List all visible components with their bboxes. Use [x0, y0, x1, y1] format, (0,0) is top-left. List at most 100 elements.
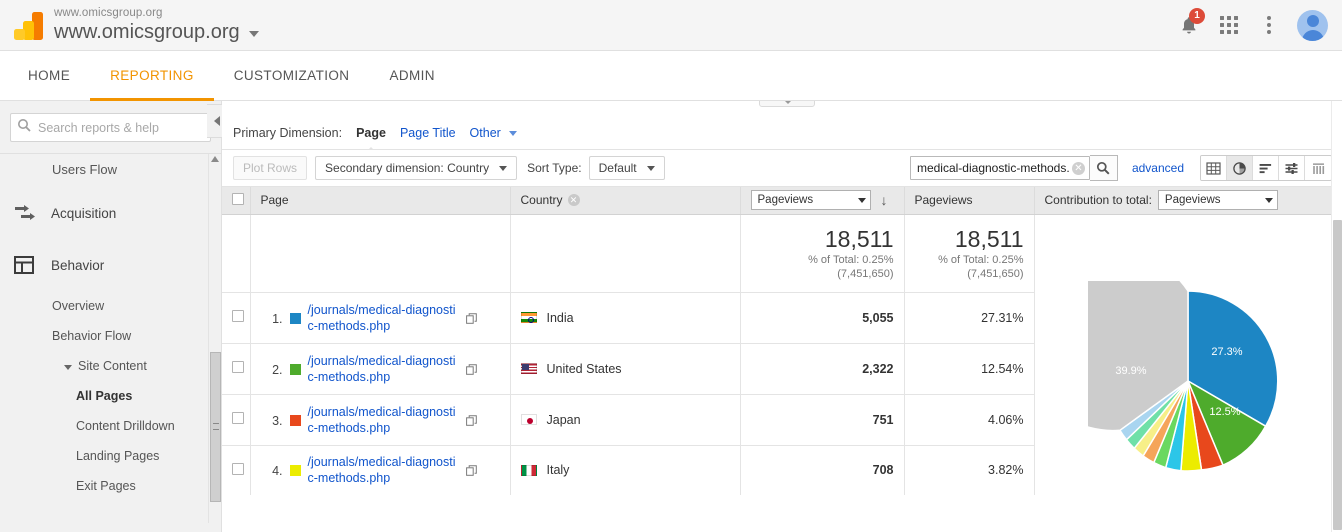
sidebar-item-behavior-label: Behavior — [51, 257, 105, 273]
row-page-link[interactable]: /journals/medical-diagnostic-methods.php — [308, 404, 460, 436]
notifications-button[interactable]: 1 — [1169, 5, 1209, 45]
select-all-checkbox[interactable] — [232, 192, 244, 205]
sidebar-scrollbar[interactable] — [208, 154, 221, 523]
comparison-view-icon[interactable] — [1279, 156, 1305, 180]
row-color-swatch — [289, 465, 301, 477]
primary-dimension-page[interactable]: Page — [356, 126, 386, 153]
header-country-label[interactable]: Country — [521, 193, 563, 207]
pie-chart-view-icon[interactable] — [1227, 156, 1253, 180]
row-checkbox[interactable] — [232, 310, 244, 323]
search-reports-input[interactable] — [36, 119, 204, 136]
sidebar-item-content-drilldown[interactable]: Content Drilldown — [0, 411, 221, 441]
header-contribution: Contribution to total: Pageviews — [1034, 187, 1342, 215]
sidebar-item-landing-pages[interactable]: Landing Pages — [0, 441, 221, 471]
sidebar-item-users-flow[interactable]: Users Flow — [0, 154, 221, 187]
header-metric2[interactable]: Pageviews — [904, 187, 1035, 215]
pivot-view-icon[interactable] — [1305, 156, 1331, 180]
sidebar-item-site-content[interactable]: Site Content — [0, 351, 221, 381]
report-table: Page Country ✕ Pageviews ↓ Pageviews Con… — [222, 187, 1342, 495]
row-color-swatch — [289, 414, 301, 426]
chart-collapse-handle[interactable] — [759, 101, 815, 107]
sidebar-item-exit-pages[interactable]: Exit Pages — [0, 471, 221, 501]
header-country-flex: Country ✕ — [521, 193, 730, 207]
row-page-link[interactable]: /journals/medical-diagnostic-methods.php — [308, 302, 460, 334]
sidebar-item-behavior[interactable]: Behavior — [0, 239, 221, 291]
row-contribution: 27.31% — [904, 292, 1035, 344]
row-page-link[interactable]: /journals/medical-diagnostic-methods.php — [308, 353, 460, 385]
row-country-cell: Japan — [510, 394, 741, 446]
row-country-cell: United States — [510, 343, 741, 395]
sort-descending-icon[interactable]: ↓ — [881, 192, 888, 208]
table-search-input[interactable]: medical-diagnostic-methods.p ✕ — [909, 156, 1090, 180]
account-domain-small: www.omicsgroup.org — [54, 6, 163, 19]
nav-tab-reporting[interactable]: REPORTING — [90, 51, 214, 101]
nav-tab-customization[interactable]: CUSTOMIZATION — [214, 51, 370, 100]
open-in-new-window-icon[interactable] — [465, 414, 477, 429]
notification-badge: 1 — [1189, 8, 1205, 24]
row-page-cell: 3. /journals/medical-diagnostic-methods.… — [250, 394, 511, 446]
table-view-icon[interactable] — [1201, 156, 1227, 180]
open-in-new-window-icon[interactable] — [465, 465, 477, 479]
table-search-button[interactable] — [1089, 155, 1118, 181]
chevron-down-icon — [857, 197, 866, 203]
totals-metric1-value: 18,511 — [824, 225, 894, 252]
header-page[interactable]: Page — [250, 187, 511, 215]
page-scrollbar[interactable] — [1331, 101, 1342, 532]
pie-chart-svg: 27.3% 12.5% 39.9% — [1087, 280, 1279, 472]
avatar[interactable] — [1297, 9, 1328, 41]
clear-x-icon[interactable]: ✕ — [1071, 161, 1085, 175]
nav-tab-admin[interactable]: ADMIN — [369, 51, 455, 100]
row-checkbox[interactable] — [232, 412, 244, 425]
sort-type-select[interactable]: Default — [588, 156, 665, 180]
open-in-new-window-icon[interactable] — [465, 312, 477, 327]
plot-rows-button[interactable]: Plot Rows — [233, 156, 308, 180]
contribution-select[interactable]: Pageviews — [1157, 190, 1278, 211]
row-checkbox[interactable] — [232, 462, 244, 475]
secondary-dimension-button[interactable]: Secondary dimension: Country — [315, 156, 518, 180]
open-in-new-window-icon[interactable] — [465, 363, 477, 378]
row-contribution: 3.82% — [904, 445, 1035, 495]
sidebar-item-all-pages[interactable]: All Pages — [0, 381, 221, 411]
sidebar-item-acquisition[interactable]: Acquisition — [0, 187, 221, 239]
row-page-cell: 1. /journals/medical-diagnostic-methods.… — [250, 292, 511, 344]
remove-dimension-icon[interactable]: ✕ — [567, 194, 580, 207]
row-pageviews: 708 — [740, 445, 905, 495]
row-page-link[interactable]: /journals/medical-diagnostic-methods.php — [308, 454, 460, 486]
chevron-down-icon[interactable] — [248, 30, 259, 37]
bar-chart-view-icon[interactable] — [1253, 156, 1279, 180]
sidebar-item-acquisition-label: Acquisition — [51, 205, 117, 221]
select-all-header — [222, 187, 251, 215]
sidebar-item-behavior-flow[interactable]: Behavior Flow — [0, 321, 221, 351]
sort-type-label: Sort Type: — [527, 161, 582, 175]
chevron-down-icon — [64, 364, 72, 370]
row-checkbox[interactable] — [232, 361, 244, 374]
row-page-inner: 4. /journals/medical-diagnostic-methods.… — [261, 454, 500, 486]
row-country-label: United States — [546, 361, 622, 376]
totals-metric1: 18,511 % of Total: 0.25% (7,451,650) — [740, 214, 905, 293]
nav-tab-home[interactable]: HOME — [8, 51, 90, 100]
sidebar-scroll-thumb[interactable] — [210, 352, 221, 502]
primary-dimension-other[interactable]: Other — [470, 126, 518, 140]
more-options-button[interactable] — [1249, 5, 1289, 45]
header-country: Country ✕ — [510, 187, 741, 215]
primary-dimension-label: Primary Dimension: — [233, 126, 343, 140]
apps-button[interactable] — [1209, 5, 1249, 45]
sidebar-item-overview[interactable]: Overview — [0, 291, 221, 321]
row-contribution: 12.54% — [904, 343, 1035, 395]
advanced-link[interactable]: advanced — [1132, 161, 1184, 175]
page-scroll-thumb[interactable] — [1333, 220, 1342, 530]
scroll-up-arrow-icon[interactable] — [211, 156, 219, 162]
header-contribution-flex: Contribution to total: Pageviews — [1045, 190, 1332, 211]
table-header-row: Page Country ✕ Pageviews ↓ Pageviews Con… — [222, 187, 1342, 215]
account-selector[interactable]: www.omicsgroup.org www.omicsgroup.org — [54, 3, 259, 47]
row-checkbox-cell — [222, 445, 251, 495]
contribution-select-value: Pageviews — [1164, 194, 1221, 207]
metric-select[interactable]: Pageviews — [750, 190, 871, 211]
primary-dimension-page-title[interactable]: Page Title — [400, 126, 456, 140]
flag-united-states-icon — [520, 363, 537, 375]
row-color-swatch — [289, 312, 301, 324]
search-reports-box[interactable] — [10, 113, 211, 142]
pie-chart[interactable]: 27.3% 12.5% 39.9% — [1045, 215, 1331, 496]
row-country-inner: Italy — [520, 463, 730, 477]
report-table-region: Page Country ✕ Pageviews ↓ Pageviews Con… — [222, 187, 1342, 495]
